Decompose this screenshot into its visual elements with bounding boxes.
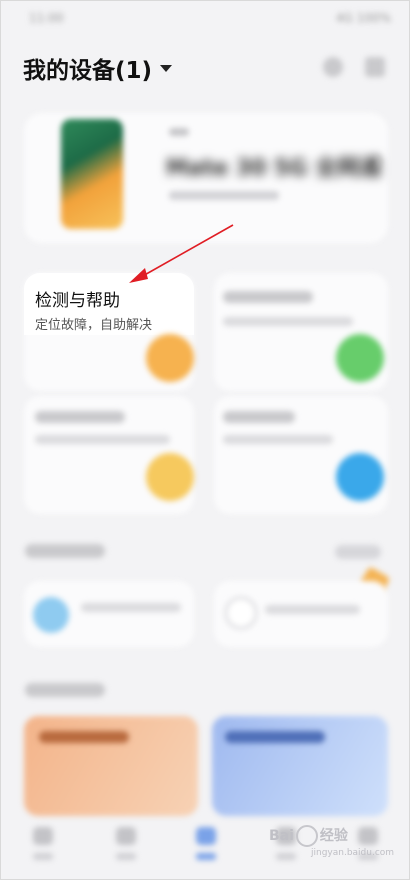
annotation-arrow-head bbox=[129, 268, 148, 283]
annotation-arrow-overlay bbox=[129, 224, 234, 283]
annotation-arrow-line bbox=[140, 224, 234, 278]
